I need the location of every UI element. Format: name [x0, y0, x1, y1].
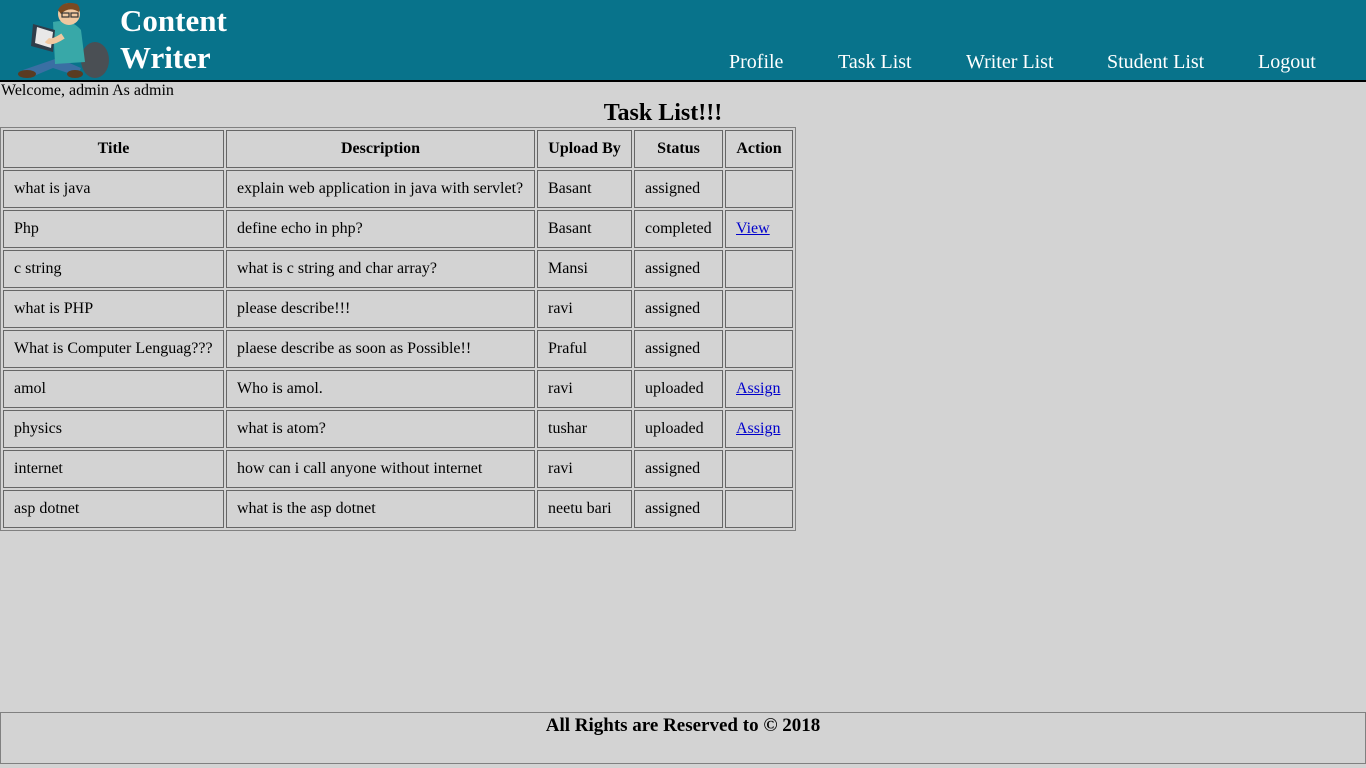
table-row: what is PHP please describe!!! ravi assigne…	[3, 290, 793, 328]
cell-title: physics	[3, 410, 224, 448]
cell-action	[725, 490, 793, 528]
cell-action	[725, 290, 793, 328]
cell-upload-by: tushar	[537, 410, 632, 448]
cell-upload-by: Basant	[537, 170, 632, 208]
assign-link[interactable]: Assign	[736, 420, 780, 437]
table-row: amol Who is amol. ravi uploaded Assign	[3, 370, 793, 408]
assign-link[interactable]: Assign	[736, 380, 780, 397]
cell-description: explain web application in java with ser…	[226, 170, 535, 208]
column-header-description: Description	[226, 130, 535, 168]
cell-description: plaese describe as soon as Possible!!	[226, 330, 535, 368]
cell-description: what is c string and char array?	[226, 250, 535, 288]
cell-description: Who is amol.	[226, 370, 535, 408]
column-header-status: Status	[634, 130, 723, 168]
cell-status: assigned	[634, 290, 723, 328]
column-header-action: Action	[725, 130, 793, 168]
cell-title: what is PHP	[3, 290, 224, 328]
cell-action: View	[725, 210, 793, 248]
cell-upload-by: ravi	[537, 450, 632, 488]
page-title: Task List!!!	[603, 100, 723, 126]
brand-title: Content Writer	[120, 2, 227, 76]
cell-title: internet	[3, 450, 224, 488]
table-row: internet how can i call anyone without in…	[3, 450, 793, 488]
cell-title: asp dotnet	[3, 490, 224, 528]
cell-action	[725, 330, 793, 368]
cell-title: Php	[3, 210, 224, 248]
table-header-row: Title Description Upload By Status Actio…	[3, 130, 793, 168]
cell-upload-by: ravi	[537, 370, 632, 408]
brand-line-2: Writer	[120, 40, 211, 75]
cell-status: assigned	[634, 490, 723, 528]
nav-task-list[interactable]: Task List	[838, 50, 912, 74]
table-row: c string what is c string and char array?…	[3, 250, 793, 288]
site-footer: All Rights are Reserved to © 2018	[0, 712, 1366, 764]
table-row: What is Computer Lenguag??? plaese descri…	[3, 330, 793, 368]
cell-action	[725, 170, 793, 208]
nav-profile[interactable]: Profile	[729, 50, 783, 74]
cell-description: define echo in php?	[226, 210, 535, 248]
welcome-message: Welcome, admin As admin	[1, 82, 174, 99]
cell-description: what is atom?	[226, 410, 535, 448]
cell-status: completed	[634, 210, 723, 248]
table-row: Php define echo in php? Basant completed Vie…	[3, 210, 793, 248]
cell-action	[725, 450, 793, 488]
cell-status: assigned	[634, 330, 723, 368]
column-header-title: Title	[3, 130, 224, 168]
copyright-text: All Rights are Reserved to © 2018	[545, 715, 821, 736]
cell-title: What is Computer Lenguag???	[3, 330, 224, 368]
table-row: what is java explain web application in j…	[3, 170, 793, 208]
cell-upload-by: ravi	[537, 290, 632, 328]
task-table: Title Description Upload By Status Actio…	[0, 127, 796, 531]
cell-status: uploaded	[634, 370, 723, 408]
nav-writer-list[interactable]: Writer List	[966, 50, 1054, 74]
cell-action: Assign	[725, 370, 793, 408]
cell-description: what is the asp dotnet	[226, 490, 535, 528]
cell-status: uploaded	[634, 410, 723, 448]
cell-upload-by: Praful	[537, 330, 632, 368]
cell-description: please describe!!!	[226, 290, 535, 328]
column-header-upload-by: Upload By	[537, 130, 632, 168]
cell-upload-by: neetu bari	[537, 490, 632, 528]
task-rows: what is java explain web application in j…	[3, 170, 793, 528]
table-row: physics what is atom? tushar uploaded Assign	[3, 410, 793, 448]
cell-status: assigned	[634, 450, 723, 488]
cell-status: assigned	[634, 170, 723, 208]
cell-title: c string	[3, 250, 224, 288]
view-link[interactable]: View	[736, 220, 770, 237]
cell-status: assigned	[634, 250, 723, 288]
nav-logout[interactable]: Logout	[1258, 50, 1316, 74]
nav-student-list[interactable]: Student List	[1107, 50, 1204, 74]
reading-student-logo	[18, 2, 109, 78]
table-row: asp dotnet what is the asp dotnet neetu ba…	[3, 490, 793, 528]
cell-action	[725, 250, 793, 288]
cell-action: Assign	[725, 410, 793, 448]
cell-description: how can i call anyone without internet	[226, 450, 535, 488]
cell-upload-by: Basant	[537, 210, 632, 248]
cell-title: what is java	[3, 170, 224, 208]
cell-upload-by: Mansi	[537, 250, 632, 288]
brand-line-1: Content	[120, 3, 227, 38]
site-header: Content Writer Profile Task List Writer …	[0, 0, 1366, 82]
cell-title: amol	[3, 370, 224, 408]
